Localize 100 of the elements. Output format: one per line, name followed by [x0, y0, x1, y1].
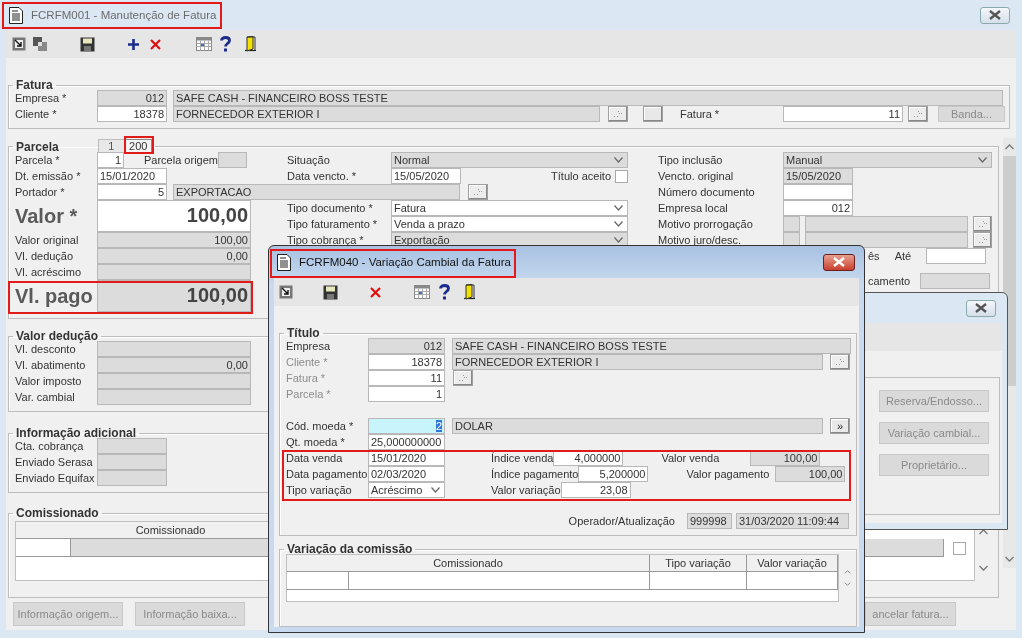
close-button[interactable]: [980, 6, 1010, 24]
field-label: Cliente *: [286, 355, 329, 369]
chevron-up-icon[interactable]: [979, 529, 988, 535]
column-header: Comissionado: [287, 555, 650, 572]
field-label: Vl. acréscimo: [15, 265, 83, 279]
field-label: Valor imposto: [15, 374, 83, 388]
text-field[interactable]: 25,000000000: [368, 434, 445, 450]
text-field[interactable]: 1: [97, 152, 124, 168]
help-icon[interactable]: [220, 36, 231, 52]
chevron-up-icon[interactable]: [1005, 144, 1014, 150]
text-field[interactable]: [783, 184, 853, 200]
text-field[interactable]: FORNECEDOR EXTERIOR I: [173, 106, 600, 122]
field-label: Parcela origem: [144, 153, 218, 167]
text-field[interactable]: [805, 216, 968, 232]
plus-icon[interactable]: [128, 38, 139, 50]
text-field[interactable]: 0,00: [97, 248, 251, 264]
text-field[interactable]: 012: [368, 338, 445, 354]
text-field[interactable]: 5,200000: [578, 466, 649, 482]
delete-icon[interactable]: [150, 38, 161, 50]
chevron-down-icon[interactable]: [843, 582, 852, 586]
text-field[interactable]: 15/01/2020: [97, 168, 167, 184]
lookup-button[interactable]: »: [830, 418, 850, 434]
exit-door-icon[interactable]: [462, 284, 476, 300]
field-label: Cta. cobrança: [15, 440, 85, 453]
text-field[interactable]: 012: [783, 200, 853, 216]
text-field[interactable]: 02/03/2020: [368, 466, 445, 482]
dropdown[interactable]: Venda a prazo: [391, 216, 628, 232]
delete-icon[interactable]: [370, 286, 381, 298]
text-field[interactable]: [97, 438, 167, 454]
text-field[interactable]: 0,00: [97, 357, 251, 373]
dropdown[interactable]: Manual: [783, 152, 992, 168]
text-field[interactable]: [926, 248, 987, 264]
text-field[interactable]: 15/05/2020: [391, 168, 461, 184]
help-icon[interactable]: [439, 284, 450, 300]
text-field[interactable]: 23,08: [560, 482, 631, 498]
column-header: Valor variação: [747, 555, 838, 572]
copy-icon[interactable]: [33, 37, 47, 51]
group-title: Fatura: [16, 78, 53, 92]
field-label: Data vencto. *: [287, 169, 358, 183]
text-field[interactable]: [97, 264, 251, 280]
text-field[interactable]: 100,00: [775, 466, 846, 482]
calendar-icon[interactable]: [196, 37, 212, 51]
enter-icon[interactable]: [279, 285, 293, 299]
field-label: Data venda: [286, 451, 344, 465]
lookup-button[interactable]: [908, 106, 928, 122]
text-field[interactable]: SAFE CASH - FINANCEIRO BOSS TESTE: [173, 90, 1003, 106]
field-label: ês: [868, 249, 880, 263]
text-field[interactable]: [97, 454, 167, 470]
text-field[interactable]: [218, 152, 247, 168]
lookup-button[interactable]: [608, 106, 628, 122]
dropdown[interactable]: Fatura: [391, 200, 628, 216]
enter-icon[interactable]: [12, 37, 26, 51]
dots-icon: [977, 236, 988, 244]
text-field[interactable]: 15/05/2020: [783, 168, 853, 184]
text-field[interactable]: 012: [97, 90, 167, 106]
text-field[interactable]: 18378: [97, 106, 167, 122]
save-icon[interactable]: [80, 36, 95, 52]
lookup-button[interactable]: [973, 216, 992, 232]
exit-door-icon[interactable]: [243, 36, 257, 52]
text-field[interactable]: DOLAR: [452, 418, 823, 434]
lookup-button[interactable]: [453, 370, 473, 386]
text-field[interactable]: 5: [97, 184, 167, 200]
text-field[interactable]: [805, 232, 968, 248]
text-field[interactable]: 100,00: [97, 200, 251, 232]
text-field[interactable]: [97, 470, 167, 486]
text-field[interactable]: [97, 341, 251, 357]
text-field[interactable]: 100,00: [97, 232, 251, 248]
text-field[interactable]: EXPORTACAO: [173, 184, 460, 200]
field-label: Valor variação: [491, 483, 561, 497]
text-field[interactable]: 31/03/2020 11:09:44: [736, 513, 849, 529]
dots-icon: [458, 374, 468, 382]
save-icon[interactable]: [323, 284, 338, 300]
text-field[interactable]: [783, 216, 800, 232]
dropdown[interactable]: Normal: [391, 152, 628, 168]
close-button[interactable]: [823, 253, 855, 271]
text-field[interactable]: 999998: [687, 513, 732, 529]
chevron-down-icon[interactable]: [1005, 556, 1014, 562]
lookup-button[interactable]: [468, 184, 488, 200]
text-field[interactable]: SAFE CASH - FINANCEIRO BOSS TESTE: [452, 338, 851, 354]
text-field[interactable]: [97, 373, 251, 389]
checkbox[interactable]: [952, 541, 966, 555]
small-button[interactable]: [643, 106, 663, 122]
text-field[interactable]: 100,00: [97, 280, 251, 312]
calendar-icon[interactable]: [414, 285, 430, 299]
field-label: Dt. emissão *: [15, 169, 82, 183]
field-label: Tipo cobrança *: [287, 233, 365, 247]
lookup-button[interactable]: [973, 232, 992, 248]
text-field[interactable]: [920, 273, 991, 289]
chevron-down-icon[interactable]: [979, 565, 988, 571]
text-field[interactable]: [97, 389, 251, 405]
close-button[interactable]: [966, 299, 996, 317]
text-field[interactable]: 2: [368, 418, 445, 434]
lookup-button[interactable]: [830, 354, 850, 370]
field-label: Índice venda: [491, 451, 554, 465]
chevron-down-icon: [978, 157, 987, 163]
text-field[interactable]: 11: [783, 106, 903, 122]
document-icon: [277, 253, 291, 271]
checkbox[interactable]: [615, 169, 628, 183]
field-label: Índice pagamento: [491, 467, 579, 481]
dropdown[interactable]: Acréscimo: [368, 482, 445, 498]
